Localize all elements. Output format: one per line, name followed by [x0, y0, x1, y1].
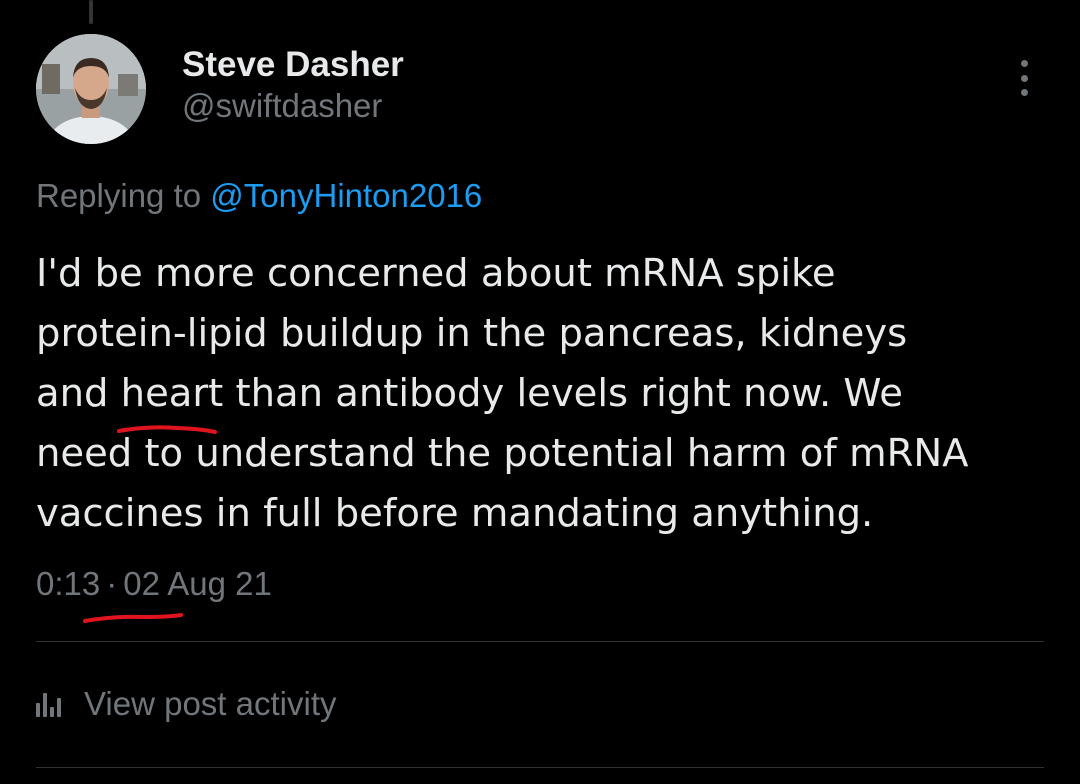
tweet-line-3-end: than antibody levels right now. We [223, 371, 903, 416]
tweet-line-3-start: and [36, 371, 121, 416]
tweet-text: I'd be more concerned about mRNA spike p… [36, 244, 1056, 544]
thread-connector-line [89, 0, 93, 24]
author-display-name[interactable]: Steve Dasher [182, 44, 404, 86]
red-underline-annotation-date [83, 613, 184, 623]
replying-to-label: Replying to [36, 177, 202, 214]
tweet-line-2: protein-lipid buildup in the pancreas, k… [36, 311, 908, 356]
avatar-photo-icon [36, 34, 146, 144]
avatar[interactable] [36, 34, 146, 144]
more-vertical-icon-dot-2 [1020, 74, 1028, 82]
post-date-wrapper[interactable]: 02 Aug 21 [83, 564, 272, 623]
replying-to-mention-link[interactable]: @TonyHinton2016 [210, 177, 482, 214]
author-block[interactable]: Steve Dasher @swiftdasher [182, 44, 404, 126]
author-handle[interactable]: @swiftdasher [182, 86, 404, 126]
post-time[interactable]: 0:13 [36, 565, 100, 602]
timestamp-separator: · [106, 565, 118, 602]
highlighted-word-text: heart [120, 371, 224, 416]
view-post-activity-button[interactable]: View post activity [36, 684, 337, 724]
replying-to: Replying to @TonyHinton2016 [36, 176, 482, 216]
tweet-line-3: and heart than antibody levels right now… [36, 364, 1056, 434]
more-vertical-icon-dot-3 [1020, 89, 1028, 96]
tweet-line-1: I'd be more concerned about mRNA spike [36, 251, 836, 296]
bar-chart-icon [36, 689, 70, 719]
divider-bottom [36, 767, 1044, 768]
more-options-button[interactable] [1004, 56, 1044, 100]
highlighted-word: heart [116, 364, 224, 434]
more-vertical-icon [1020, 60, 1028, 67]
tweet-line-4: need to understand the potential harm of… [36, 431, 969, 476]
divider [36, 641, 1044, 642]
post-timestamp[interactable]: 0:13 · 02 Aug 21 [36, 564, 272, 623]
post-date[interactable]: 02 Aug 21 [123, 565, 272, 602]
view-post-activity-label[interactable]: View post activity [84, 684, 337, 724]
tweet-line-5: vaccines in full before mandating anythi… [36, 491, 874, 536]
